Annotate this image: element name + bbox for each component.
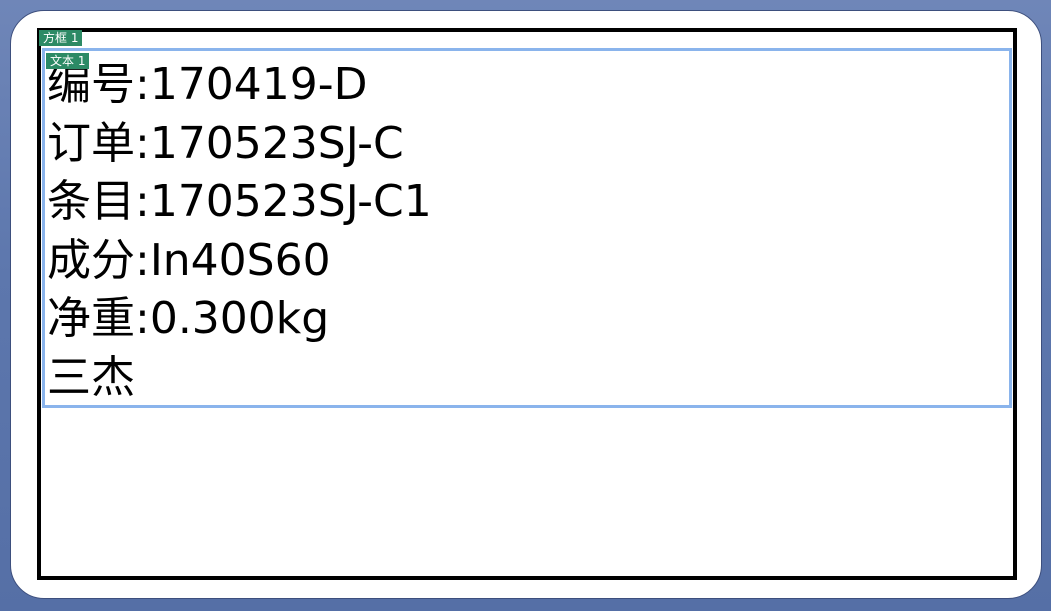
frame-tag[interactable]: 方框 1 bbox=[39, 30, 83, 46]
brand-line: 三杰 bbox=[47, 351, 135, 403]
text-tag[interactable]: 文本 1 bbox=[46, 53, 90, 69]
order-line: 订单:170523SJ-C bbox=[47, 117, 404, 169]
net-weight-line: 净重:0.300kg bbox=[47, 293, 330, 344]
composition-line: 成分:In40S60 bbox=[47, 234, 331, 286]
serial-number-line: 编号:170419-D bbox=[47, 59, 368, 110]
label-text-lines: 编号:170419-D 订单:170523SJ-C 条目:170523SJ-C1… bbox=[47, 56, 432, 407]
item-line: 条目:170523SJ-C1 bbox=[47, 176, 432, 227]
